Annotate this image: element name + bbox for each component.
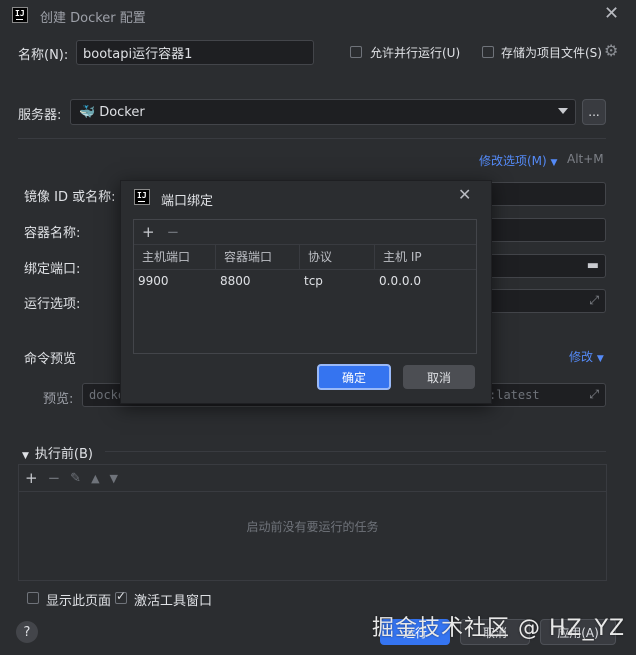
intellij-logo-icon: IJ: [12, 7, 28, 23]
port-table-toolbar: + −: [134, 220, 476, 245]
show-page-label: 显示此页面: [46, 594, 112, 609]
intellij-logo-icon: IJ: [134, 189, 150, 205]
add-icon[interactable]: +: [25, 469, 38, 487]
edit-icon[interactable]: ✎: [70, 471, 81, 486]
server-select-value: Docker: [99, 104, 145, 120]
modify-label: 修改: [569, 350, 594, 364]
browse-button[interactable]: ...: [582, 99, 606, 125]
remove-icon[interactable]: −: [48, 469, 61, 487]
name-input[interactable]: bootapi运行容器1: [76, 40, 314, 65]
preview-label: 预览:: [43, 392, 74, 407]
before-launch-toolbar: + − ✎ ▲ ▼: [19, 465, 606, 492]
container-port-cell[interactable]: 8800: [216, 270, 300, 292]
table-row[interactable]: 9900 8800 tcp 0.0.0.0: [134, 270, 476, 292]
modify-options-shortcut: Alt+M: [567, 152, 604, 166]
watermark: 掘金技术社区 @ HZ_YZ: [372, 616, 626, 641]
window-title: 创建 Docker 配置: [40, 11, 146, 26]
folder-icon[interactable]: ▬: [587, 258, 599, 273]
run-options-label: 运行选项:: [24, 297, 81, 312]
move-down-icon[interactable]: ▼: [110, 472, 118, 485]
port-table-header: 主机端口 容器端口 协议 主机 IP: [134, 245, 476, 270]
separator: [18, 138, 606, 139]
preview-value-end: :latest: [489, 388, 540, 402]
name-label: 名称(N):: [18, 48, 69, 63]
before-launch-title: 执行前(B): [34, 447, 93, 462]
column-header: 主机端口: [134, 245, 216, 269]
chevron-down-icon: ▼: [596, 354, 604, 364]
port-binding-dialog: IJ 端口绑定 ✕ + − 主机端口 容器端口 协议 主机 IP 9900 88…: [120, 180, 492, 404]
show-page-checkbox[interactable]: [27, 592, 39, 604]
port-dialog-cancel-button[interactable]: 取消: [403, 365, 475, 389]
before-launch-empty-text: 启动前没有要运行的任务: [246, 520, 379, 534]
expand-icon[interactable]: ⤢: [589, 387, 599, 402]
allow-parallel-label: 允许并行运行(U): [370, 46, 461, 60]
gear-icon[interactable]: ⚙: [604, 41, 618, 60]
modify-options-label: 修改选项(M): [479, 154, 547, 168]
close-icon[interactable]: ✕: [458, 185, 471, 204]
separator: [105, 451, 606, 452]
before-launch-panel: + − ✎ ▲ ▼ 启动前没有要运行的任务: [18, 464, 607, 581]
server-select[interactable]: 🐳 Docker: [70, 99, 576, 125]
chevron-down-icon: ▼: [550, 158, 558, 168]
remove-icon[interactable]: −: [167, 223, 180, 241]
protocol-cell[interactable]: tcp: [300, 270, 375, 292]
ok-button[interactable]: 确定: [317, 364, 391, 390]
title-bar: IJ 创建 Docker 配置 ✕: [0, 0, 636, 32]
port-dialog-title: 端口绑定: [161, 194, 214, 209]
column-header: 主机 IP: [383, 250, 422, 264]
help-button[interactable]: ?: [16, 621, 38, 643]
docker-icon: 🐳: [79, 104, 96, 120]
store-as-project-checkbox[interactable]: [482, 46, 494, 58]
collapse-arrow-icon: ▼: [22, 451, 29, 461]
expand-icon[interactable]: ⤢: [589, 293, 599, 308]
allow-parallel-checkbox[interactable]: [350, 46, 362, 58]
before-launch-header[interactable]: ▼ 执行前(B): [22, 443, 93, 462]
container-label: 容器名称:: [24, 226, 81, 241]
activate-tool-window-checkbox[interactable]: [115, 589, 127, 604]
column-header: 协议: [300, 245, 375, 269]
port-table: + − 主机端口 容器端口 协议 主机 IP 9900 8800 tcp 0.0…: [133, 219, 477, 354]
activate-tool-window-label: 激活工具窗口: [134, 594, 213, 609]
image-label: 镜像 ID 或名称:: [24, 190, 116, 205]
command-preview-label: 命令预览: [24, 352, 77, 367]
close-icon[interactable]: ✕: [604, 3, 619, 24]
store-as-project-label: 存储为项目文件(S): [501, 46, 602, 60]
column-header: 容器端口: [216, 245, 300, 269]
bind-ports-label: 绑定端口:: [24, 262, 81, 277]
add-icon[interactable]: +: [142, 223, 155, 241]
chevron-down-icon: [558, 108, 568, 114]
server-label: 服务器:: [18, 108, 62, 123]
host-ip-cell[interactable]: 0.0.0.0: [375, 270, 476, 292]
modify-options-link[interactable]: 修改选项(M) ▼: [479, 152, 557, 169]
host-port-cell[interactable]: 9900: [134, 270, 216, 292]
modify-link[interactable]: 修改 ▼: [569, 348, 604, 365]
move-up-icon[interactable]: ▲: [91, 472, 99, 485]
